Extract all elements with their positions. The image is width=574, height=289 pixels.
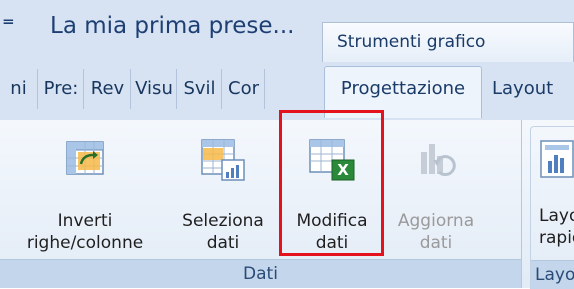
title-bar: ⁼ La mia prima prese... Strumenti grafic…	[0, 0, 574, 63]
tab-layout[interactable]: Layout	[492, 69, 574, 109]
tab-revisione[interactable]: Rev	[85, 69, 131, 109]
document-title: La mia prima prese...	[50, 13, 295, 39]
select-data-label: Seleziona dati	[182, 211, 264, 253]
refresh-data-label: Aggiorna dati	[397, 211, 475, 253]
quick-layout-icon	[540, 140, 574, 178]
refresh-data-icon	[421, 144, 456, 177]
chart-tools-context-header: Strumenti grafico	[322, 22, 574, 62]
group-dati: Inverti righe/colonne Seleziona dati X M…	[0, 120, 522, 288]
group-layout-label: Layout	[535, 265, 574, 285]
select-data-button[interactable]: Seleziona dati	[175, 130, 271, 260]
quick-layout-label: Layou rapido	[539, 206, 574, 248]
switch-row-column-label: Inverti righe/colonne	[26, 211, 144, 253]
context-header-label: Strumenti grafico	[337, 32, 486, 52]
tab-componenti[interactable]: Cor	[223, 69, 265, 109]
group-dati-label: Dati	[243, 264, 278, 284]
tab-visualizza[interactable]: Visu	[132, 69, 177, 109]
select-data-icon	[201, 139, 245, 181]
group-layout: Layou rapido Layout	[530, 126, 574, 289]
quick-layout-button[interactable]: Layou rapido	[531, 131, 574, 255]
switch-rows-columns-icon	[66, 141, 104, 175]
refresh-data-button[interactable]: Aggiorna dati	[388, 130, 484, 260]
group-layout-label-bar: Layout	[531, 260, 574, 289]
highlight-box	[279, 110, 384, 256]
tab-sviluppo[interactable]: Svil	[178, 69, 222, 109]
switch-row-column-button[interactable]: Inverti righe/colonne	[12, 130, 158, 260]
qat-overflow-icon[interactable]: ⁼	[2, 12, 15, 40]
group-dati-label-bar: Dati	[0, 259, 521, 288]
tab-animazioni[interactable]: ni	[0, 69, 38, 109]
tab-presentazione[interactable]: Pre:	[39, 69, 84, 109]
